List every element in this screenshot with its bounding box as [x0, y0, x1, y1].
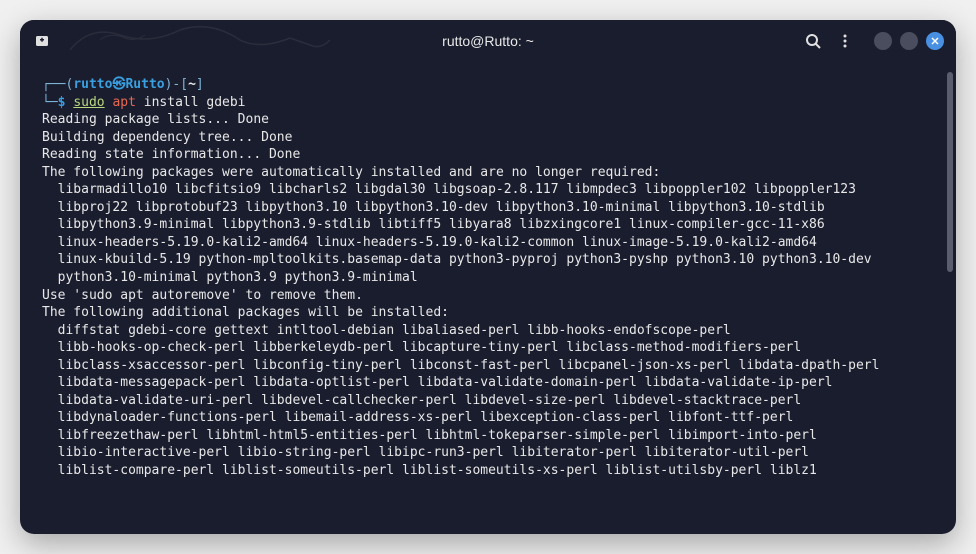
output-line: diffstat gdebi-core gettext intltool-deb… — [42, 322, 934, 340]
command-apt: apt — [112, 95, 135, 110]
command-sudo: sudo — [73, 95, 104, 110]
output-line: linux-headers-5.19.0-kali2-amd64 linux-h… — [42, 234, 934, 252]
menu-icon[interactable] — [836, 32, 854, 50]
output-line: The following packages were automaticall… — [42, 164, 934, 182]
output-line: libpython3.9-minimal libpython3.9-stdlib… — [42, 216, 934, 234]
output-line: The following additional packages will b… — [42, 304, 934, 322]
output-line: linux-kbuild-5.19 python-mpltoolkits.bas… — [42, 251, 934, 269]
output-line: libdata-messagepack-perl libdata-optlist… — [42, 374, 934, 392]
output-line: Use 'sudo apt autoremove' to remove them… — [42, 287, 934, 305]
titlebar: rutto@Rutto: ~ — [20, 20, 956, 62]
output-line: libfreezethaw-perl libhtml-html5-entitie… — [42, 427, 934, 445]
new-tab-icon[interactable] — [32, 31, 52, 51]
output-line: libdynaloader-functions-perl libemail-ad… — [42, 409, 934, 427]
output-line: libproj22 libprotobuf23 libpython3.10 li… — [42, 199, 934, 217]
terminal-window: rutto@Rutto: ~ — [20, 20, 956, 534]
output-line: libdata-validate-uri-perl libdevel-callc… — [42, 392, 934, 410]
command-args: install gdebi — [144, 95, 246, 110]
output-line: libio-interactive-perl libio-string-perl… — [42, 444, 934, 462]
output-line: libarmadillo10 libcfitsio9 libcharls2 li… — [42, 181, 934, 199]
output-line: libclass-xsaccessor-perl libconfig-tiny-… — [42, 357, 934, 375]
output-line: Building dependency tree... Done — [42, 129, 934, 147]
close-button[interactable] — [926, 32, 944, 50]
prompt-line-1: ┌──(rutto㉿Rutto)-[~] — [42, 76, 934, 94]
scrollbar[interactable] — [947, 72, 953, 272]
output-line: Reading package lists... Done — [42, 111, 934, 129]
output-line: liblist-compare-perl liblist-someutils-p… — [42, 462, 934, 480]
prompt-line-2: └─$ sudo apt install gdebi — [42, 94, 934, 112]
minimize-button[interactable] — [874, 32, 892, 50]
terminal-output[interactable]: ┌──(rutto㉿Rutto)-[~] └─$ sudo apt instal… — [20, 62, 956, 534]
output-line: libb-hooks-op-check-perl libberkeleydb-p… — [42, 339, 934, 357]
output-line: Reading state information... Done — [42, 146, 934, 164]
maximize-button[interactable] — [900, 32, 918, 50]
output-line: python3.10-minimal python3.9 python3.9-m… — [42, 269, 934, 287]
search-icon[interactable] — [804, 32, 822, 50]
